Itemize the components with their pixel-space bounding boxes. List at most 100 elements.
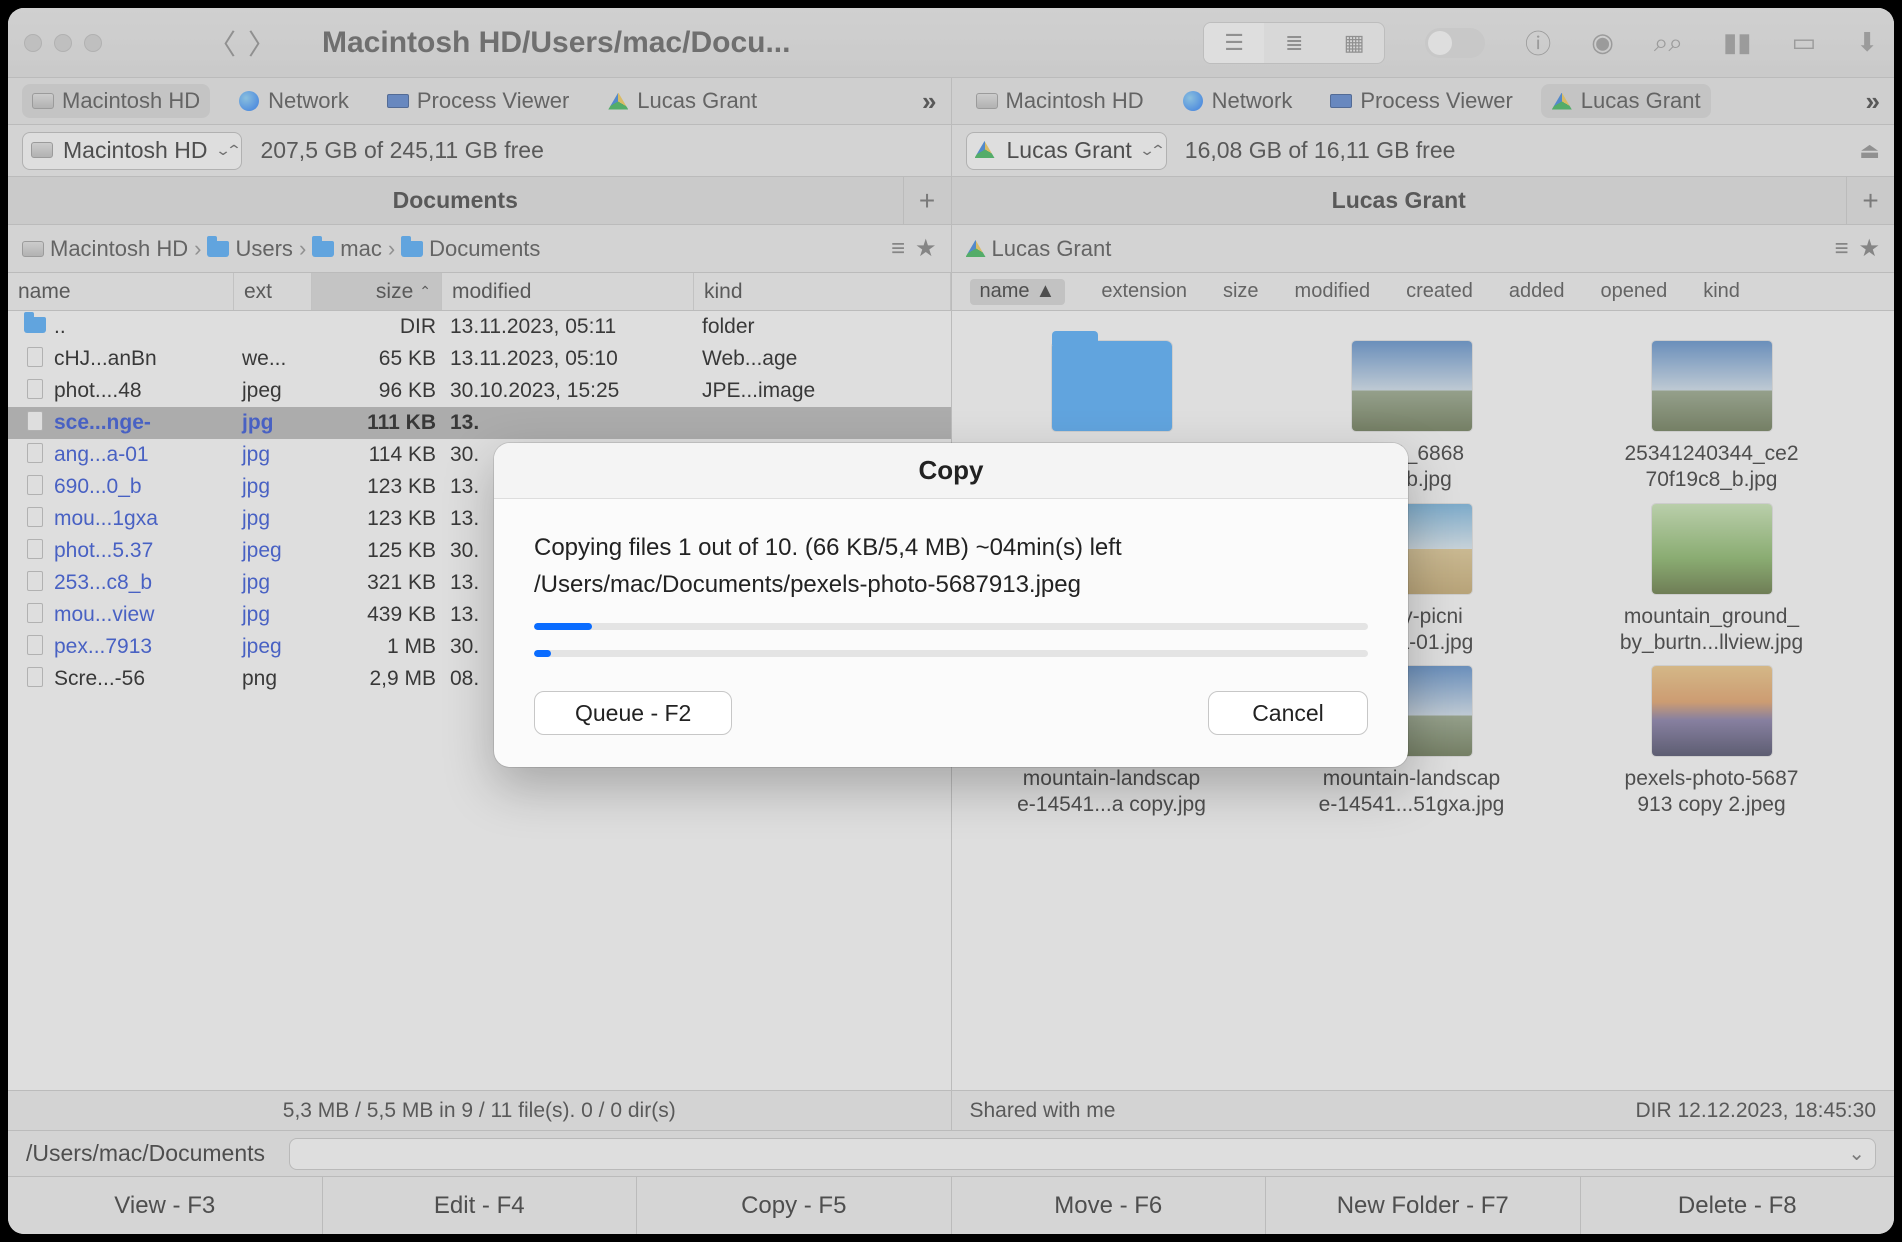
col-modified[interactable]: modified — [442, 273, 694, 310]
file-icon — [27, 635, 43, 655]
minimize-button[interactable] — [54, 34, 72, 52]
breadcrumb-item[interactable]: Users — [235, 236, 292, 262]
col-size[interactable]: size — [1223, 280, 1259, 303]
cancel-button[interactable]: Cancel — [1208, 691, 1368, 735]
fn-button[interactable]: Edit - F4 — [323, 1177, 638, 1234]
col-name[interactable]: name ▲ — [970, 279, 1066, 305]
nav-back-button[interactable]: 〈 — [202, 23, 242, 63]
menu-icon[interactable]: ≡ — [1834, 235, 1848, 263]
function-key-row: View - F3Edit - F4Copy - F5Move - F6New … — [8, 1176, 1894, 1234]
volume-selector-right[interactable]: Lucas Grant — [966, 132, 1167, 170]
chevron-right-icon: › — [388, 236, 395, 262]
column-headers-left: name ext size⌃ modified kind — [8, 273, 951, 311]
fn-button[interactable]: View - F3 — [8, 1177, 323, 1234]
thumbnail — [1352, 341, 1472, 431]
table-row[interactable]: phot....48jpeg96 KB30.10.2023, 15:25JPE.… — [8, 375, 951, 407]
display-icon[interactable]: ▭ — [1792, 27, 1817, 58]
grid-item[interactable]: pexels-photo-5687913 copy 2.jpeg — [1572, 666, 1852, 819]
thumbnail — [1652, 666, 1772, 756]
tabs-overflow-icon[interactable]: » — [922, 86, 936, 117]
col-size[interactable]: size⌃ — [312, 273, 442, 310]
tab-label: Macintosh HD — [1006, 88, 1144, 114]
cell-size: 1 MB — [320, 635, 450, 659]
queue-button[interactable]: Queue - F2 — [534, 691, 732, 735]
chevron-right-icon: › — [299, 236, 306, 262]
col-kind[interactable]: kind — [694, 273, 951, 310]
hd-icon — [976, 93, 998, 109]
table-row[interactable]: cHJ...anBnwe...65 KB13.11.2023, 05:10Web… — [8, 343, 951, 375]
location-tab[interactable]: Macintosh HD — [22, 84, 210, 118]
cell-ext: jpg — [242, 475, 320, 499]
breadcrumb-right[interactable]: Lucas Grant ≡ ★ — [952, 225, 1895, 272]
cell-ext: jpg — [242, 571, 320, 595]
progress-overall — [534, 623, 1368, 630]
cell-name: sce...nge- — [54, 411, 242, 435]
col-created[interactable]: created — [1406, 280, 1473, 303]
net-icon — [239, 91, 259, 111]
tabs-overflow-icon[interactable]: » — [1866, 86, 1880, 117]
col-name[interactable]: name — [8, 273, 234, 310]
cell-ext: jpeg — [242, 379, 320, 403]
grid-item[interactable]: 25341240344_ce270f19c8_b.jpg — [1572, 341, 1852, 494]
eject-icon[interactable]: ⏏ — [1859, 138, 1880, 164]
gd-icon — [1552, 93, 1572, 110]
menu-icon[interactable]: ≡ — [891, 235, 905, 263]
star-icon[interactable]: ★ — [915, 234, 937, 263]
thumbnail — [1652, 341, 1772, 431]
breadcrumb-left[interactable]: Macintosh HD›Users›mac›Documents≡★ — [8, 225, 951, 272]
add-tab-right[interactable]: + — [1846, 177, 1894, 224]
location-tab[interactable]: Network — [228, 84, 359, 118]
grid-item[interactable]: mountain_ground_by_burtn...llview.jpg — [1572, 504, 1852, 657]
fn-button[interactable]: Move - F6 — [952, 1177, 1267, 1234]
info-icon[interactable]: ⓘ — [1525, 24, 1551, 61]
view-mode-segment[interactable]: ☰ ≣ ▦ — [1203, 22, 1385, 64]
location-tab[interactable]: Macintosh HD — [966, 84, 1154, 118]
table-row[interactable]: sce...nge-jpg111 KB13. — [8, 407, 951, 439]
close-button[interactable] — [24, 34, 42, 52]
fn-button[interactable]: Delete - F8 — [1581, 1177, 1895, 1234]
grid-view-icon[interactable]: ▦ — [1324, 23, 1384, 63]
breadcrumb-item[interactable]: mac — [340, 236, 382, 262]
cell-modified: 13.11.2023, 05:10 — [450, 347, 702, 371]
nav-forward-button[interactable]: 〉 — [242, 23, 282, 63]
location-tab[interactable]: Lucas Grant — [1541, 84, 1711, 118]
fn-button[interactable]: New Folder - F7 — [1266, 1177, 1581, 1234]
breadcrumb-row: Macintosh HD›Users›mac›Documents≡★ Lucas… — [8, 225, 1894, 273]
list-view-icon[interactable]: ☰ — [1204, 23, 1264, 63]
proc-icon — [1330, 94, 1352, 108]
quicklook-icon[interactable]: ◉ — [1591, 27, 1614, 58]
volume-selector-left[interactable]: Macintosh HD — [22, 132, 242, 170]
col-added[interactable]: added — [1509, 280, 1565, 303]
col-extension[interactable]: extension — [1101, 280, 1187, 303]
col-ext[interactable]: ext — [234, 273, 312, 310]
zoom-button[interactable] — [84, 34, 102, 52]
fn-button[interactable]: Copy - F5 — [637, 1177, 952, 1234]
toggle-switch[interactable] — [1425, 28, 1485, 58]
path-tab-right[interactable]: Lucas Grant — [952, 177, 1847, 224]
binoculars-icon[interactable]: ⌕⌕ — [1654, 27, 1683, 59]
location-tab[interactable]: Process Viewer — [1320, 84, 1522, 118]
location-tab[interactable]: Process Viewer — [377, 84, 579, 118]
col-kind[interactable]: kind — [1703, 280, 1740, 303]
breadcrumb-item[interactable]: Documents — [429, 236, 540, 262]
col-opened[interactable]: opened — [1600, 280, 1667, 303]
column-view-icon[interactable]: ≣ — [1264, 23, 1324, 63]
download-icon[interactable]: ⬇ — [1856, 27, 1878, 58]
table-row[interactable]: ..DIR13.11.2023, 05:11folder — [8, 311, 951, 343]
location-tab[interactable]: Lucas Grant — [597, 84, 767, 118]
cell-name: 253...c8_b — [54, 571, 242, 595]
pause-icon[interactable]: ▮▮ — [1723, 27, 1752, 58]
path-tab-left[interactable]: Documents — [8, 177, 903, 224]
col-modified[interactable]: modified — [1295, 280, 1371, 303]
add-tab-left[interactable]: + — [903, 177, 951, 224]
breadcrumb-item[interactable]: Macintosh HD — [50, 236, 188, 262]
location-tab[interactable]: Network — [1172, 84, 1303, 118]
dialog-title: Copy — [494, 443, 1408, 499]
net-icon — [1183, 91, 1203, 111]
gd-icon — [608, 93, 628, 110]
path-dropdown[interactable] — [289, 1138, 1876, 1170]
cell-name: phot...5.37 — [54, 539, 242, 563]
cell-size: 114 KB — [320, 443, 450, 467]
copy-progress-text: Copying files 1 out of 10. (66 KB/5,4 MB… — [534, 529, 1368, 566]
star-icon[interactable]: ★ — [1858, 234, 1880, 263]
